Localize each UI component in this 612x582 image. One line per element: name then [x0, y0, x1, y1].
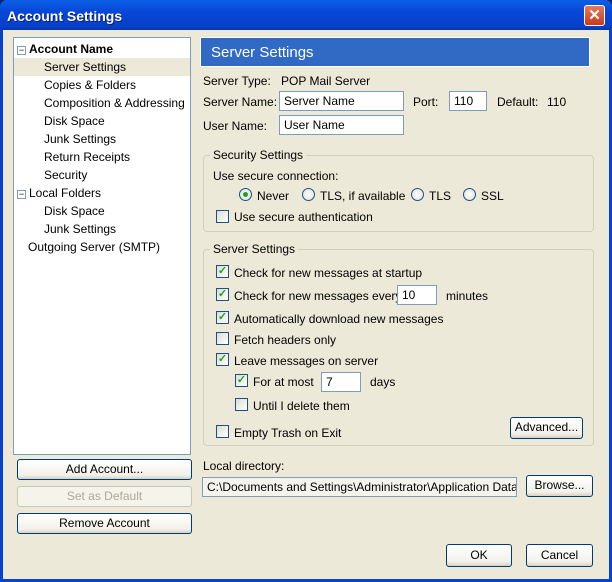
local-directory-input[interactable]: C:\Documents and Settings\Administrator\…: [202, 477, 517, 497]
check-every-label[interactable]: Check for new messages every: [234, 289, 401, 303]
auto-download-checkbox[interactable]: ✓: [216, 311, 229, 324]
tree-item[interactable]: Disk Space: [14, 202, 190, 220]
default-port-label: Default:: [497, 95, 539, 109]
set-as-default-button: Set as Default: [17, 486, 192, 507]
tree-item[interactable]: Composition & Addressing: [14, 94, 190, 112]
browse-button[interactable]: Browse...: [526, 475, 593, 497]
secure-auth-checkbox[interactable]: [216, 210, 229, 223]
radio-ssl[interactable]: [463, 188, 476, 201]
tree-item[interactable]: Copies & Folders: [14, 76, 190, 94]
tree-item[interactable]: Junk Settings: [14, 220, 190, 238]
tree-item-label: Server Settings: [44, 60, 127, 74]
server-name-input[interactable]: Server Name: [279, 91, 404, 111]
days-label: days: [370, 375, 396, 389]
window-title: Account Settings: [7, 8, 123, 24]
radio-never-label[interactable]: Never: [257, 189, 289, 203]
server-name-label: Server Name:: [203, 95, 278, 109]
tree-item[interactable]: − Account Name: [14, 40, 190, 58]
radio-tls[interactable]: [411, 188, 424, 201]
title-bar[interactable]: Account Settings: [0, 0, 612, 30]
tree-item-label: Security: [44, 168, 88, 182]
server-type-value: POP Mail Server: [281, 74, 371, 88]
default-port-value: 110: [547, 95, 567, 109]
tree-item-label: Outgoing Server (SMTP): [28, 240, 161, 254]
account-tree[interactable]: − Account Name Server Settings Copies & Fol…: [13, 37, 191, 455]
security-settings-legend: Security Settings: [210, 148, 307, 162]
secure-auth-label[interactable]: Use secure authentication: [234, 210, 373, 224]
leave-on-server-label[interactable]: Leave messages on server: [234, 354, 378, 368]
empty-trash-checkbox[interactable]: [216, 425, 229, 438]
ok-button[interactable]: OK: [446, 544, 512, 567]
fetch-headers-checkbox[interactable]: [216, 332, 229, 345]
radio-tls-if-available-label[interactable]: TLS, if available: [320, 189, 405, 203]
tree-item-label: Composition & Addressing: [44, 96, 185, 110]
tree-item-label: Account Name: [29, 42, 114, 56]
tree-item-label: Return Receipts: [44, 150, 131, 164]
secure-connection-label: Use secure connection:: [213, 169, 339, 183]
leave-on-server-checkbox[interactable]: ✓: [216, 353, 229, 366]
tree-item-label: Local Folders: [29, 186, 102, 200]
radio-tls-if-available[interactable]: [302, 188, 315, 201]
minutes-label: minutes: [446, 289, 489, 303]
close-icon[interactable]: ✕: [584, 5, 605, 26]
empty-trash-label[interactable]: Empty Trash on Exit: [234, 426, 341, 440]
tree-item-label: Junk Settings: [44, 222, 117, 236]
local-directory-label: Local directory:: [203, 459, 285, 473]
tree-item-label: Disk Space: [44, 114, 105, 128]
tree-item[interactable]: Outgoing Server (SMTP): [14, 238, 190, 256]
tree-item[interactable]: Security: [14, 166, 190, 184]
auto-download-label[interactable]: Automatically download new messages: [234, 312, 443, 326]
until-delete-label[interactable]: Until I delete them: [253, 399, 350, 413]
remove-account-button[interactable]: Remove Account: [17, 513, 192, 534]
tree-item[interactable]: − Local Folders: [14, 184, 190, 202]
collapse-icon[interactable]: −: [17, 46, 26, 55]
tree-item-label: Junk Settings: [44, 132, 117, 146]
panel-header: Server Settings: [200, 37, 590, 67]
collapse-icon[interactable]: −: [17, 190, 26, 199]
tree-item-label: Disk Space: [44, 204, 105, 218]
port-label: Port:: [413, 95, 439, 109]
radio-ssl-label[interactable]: SSL: [481, 189, 504, 203]
check-every-checkbox[interactable]: ✓: [216, 288, 229, 301]
days-input[interactable]: 7: [321, 372, 361, 392]
for-at-most-label[interactable]: For at most: [253, 375, 314, 389]
radio-tls-label[interactable]: TLS: [429, 189, 451, 203]
port-input[interactable]: 110: [449, 91, 487, 111]
tree-item-label: Copies & Folders: [44, 78, 137, 92]
until-delete-checkbox[interactable]: [235, 398, 248, 411]
check-startup-label[interactable]: Check for new messages at startup: [234, 266, 422, 280]
tree-item[interactable]: Server Settings: [14, 58, 190, 76]
fetch-headers-label[interactable]: Fetch headers only: [234, 333, 336, 347]
server-settings-legend: Server Settings: [210, 242, 299, 256]
user-name-input[interactable]: User Name: [279, 115, 404, 135]
user-name-label: User Name:: [203, 119, 268, 133]
tree-item[interactable]: Junk Settings: [14, 130, 190, 148]
server-type-label: Server Type:: [203, 74, 271, 88]
advanced-button[interactable]: Advanced...: [510, 417, 583, 439]
check-startup-checkbox[interactable]: ✓: [216, 265, 229, 278]
tree-item[interactable]: Disk Space: [14, 112, 190, 130]
for-at-most-checkbox[interactable]: ✓: [235, 374, 248, 387]
tree-item[interactable]: Return Receipts: [14, 148, 190, 166]
cancel-button[interactable]: Cancel: [526, 544, 593, 567]
check-interval-input[interactable]: 10: [397, 285, 437, 305]
add-account-button[interactable]: Add Account...: [17, 459, 192, 480]
radio-never[interactable]: [239, 188, 252, 201]
